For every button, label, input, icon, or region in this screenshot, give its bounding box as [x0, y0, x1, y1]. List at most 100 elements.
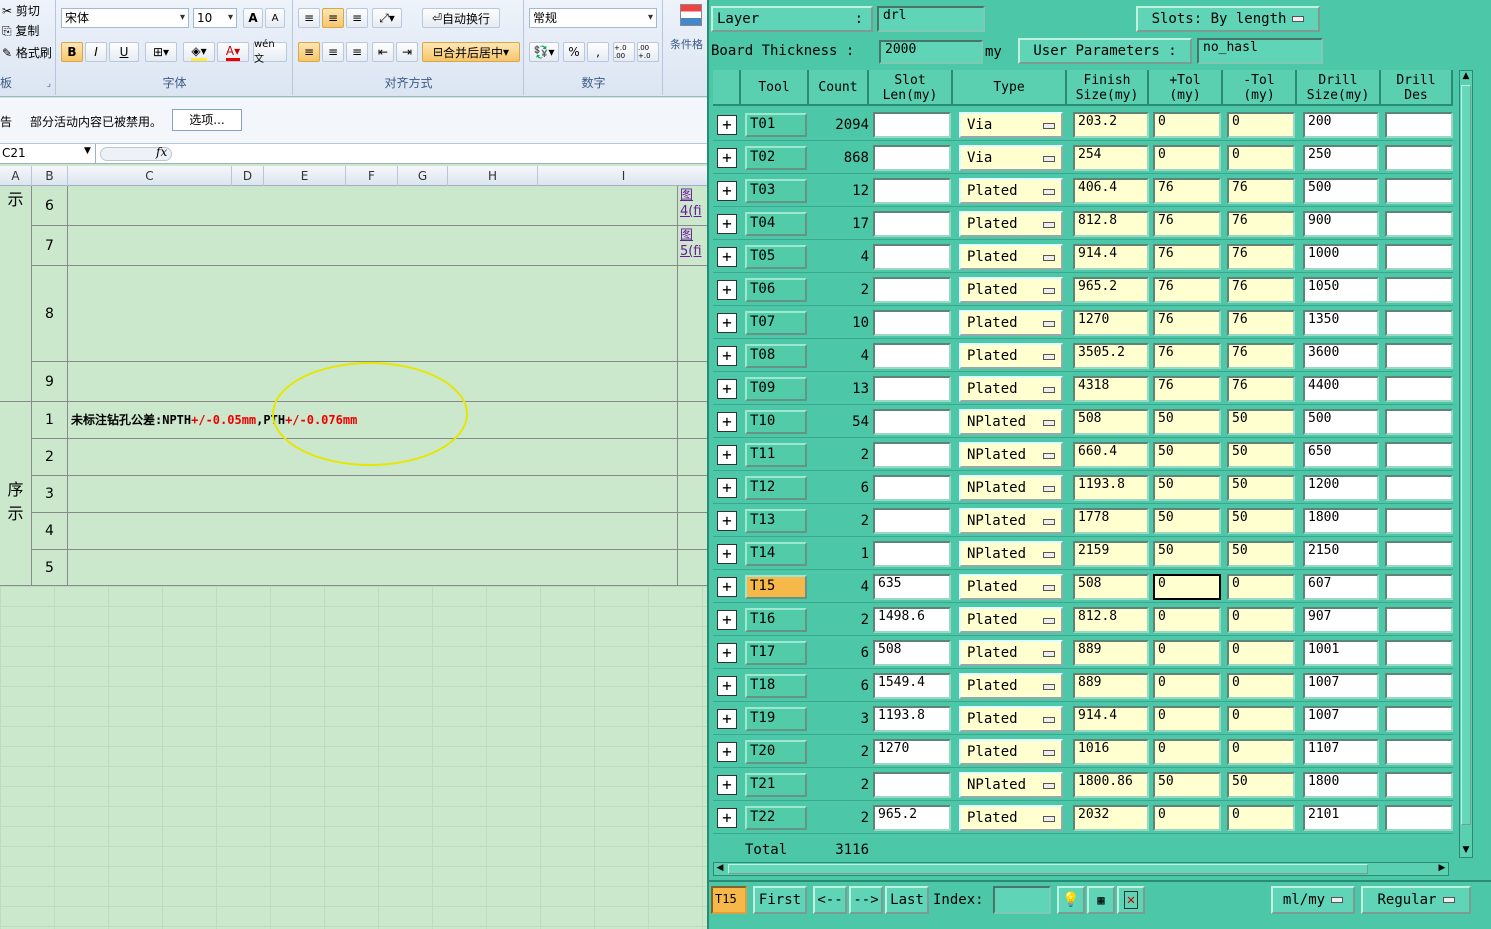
finish-size-input[interactable]: 1270: [1073, 310, 1149, 336]
plus-tol-input[interactable]: 76: [1153, 244, 1221, 270]
tool-button[interactable]: T06: [745, 278, 807, 302]
drill-des-input[interactable]: [1385, 772, 1453, 798]
minus-tol-input[interactable]: 0: [1227, 112, 1295, 138]
drill-des-input[interactable]: [1385, 640, 1453, 666]
shrink-font-button[interactable]: A: [265, 8, 285, 28]
type-select[interactable]: Via: [959, 112, 1063, 138]
cell[interactable]: [678, 402, 710, 439]
slot-len-input[interactable]: [873, 376, 951, 402]
drill-size-input[interactable]: 4400: [1303, 376, 1379, 402]
dialog-launcher-icon[interactable]: ⌟: [47, 79, 51, 89]
type-select[interactable]: Plated: [959, 739, 1063, 765]
finish-size-input[interactable]: 508: [1073, 409, 1149, 435]
drill-des-input[interactable]: [1385, 574, 1453, 600]
next-button[interactable]: -->: [849, 886, 883, 914]
drill-des-input[interactable]: [1385, 145, 1453, 171]
finish-size-input[interactable]: 965.2: [1073, 277, 1149, 303]
drill-size-input[interactable]: 1007: [1303, 706, 1379, 732]
phonetic-button[interactable]: wén 文: [253, 39, 287, 65]
merged-cell[interactable]: [68, 186, 678, 226]
drill-des-input[interactable]: [1385, 244, 1453, 270]
copy-button[interactable]: ⎘ 复制: [2, 22, 39, 39]
finish-size-input[interactable]: 1778: [1073, 508, 1149, 534]
conditional-format-group[interactable]: 条件格: [666, 0, 710, 95]
finish-size-input[interactable]: 2032: [1073, 805, 1149, 831]
finish-size-input[interactable]: 1193.8: [1073, 475, 1149, 501]
minus-tol-input[interactable]: 0: [1227, 673, 1295, 699]
finish-size-input[interactable]: 4318: [1073, 376, 1149, 402]
figure-link-5[interactable]: 图 5(fi: [678, 226, 710, 266]
decrease-decimal-button[interactable]: .00 +.0: [637, 42, 659, 62]
drill-size-input[interactable]: 500: [1303, 409, 1379, 435]
mode-selector[interactable]: Regular: [1361, 886, 1471, 914]
tool-button[interactable]: T20: [745, 740, 807, 764]
minus-tol-input[interactable]: 0: [1227, 706, 1295, 732]
column-header-g[interactable]: G: [398, 166, 448, 186]
formula-input[interactable]: [176, 144, 710, 163]
insert-function-icon[interactable]: fx: [156, 145, 167, 159]
bold-button[interactable]: B: [61, 42, 83, 62]
drill-des-input[interactable]: [1385, 277, 1453, 303]
slot-len-input[interactable]: 1549.4: [873, 673, 951, 699]
minus-tol-input[interactable]: 76: [1227, 244, 1295, 270]
column-header-h[interactable]: H: [448, 166, 538, 186]
minus-tol-input[interactable]: 76: [1227, 178, 1295, 204]
row-number-cell[interactable]: 1: [32, 402, 68, 439]
finish-size-input[interactable]: 660.4: [1073, 442, 1149, 468]
slot-len-input[interactable]: 508: [873, 640, 951, 666]
figure-link-4[interactable]: 图 4(fi: [678, 186, 710, 226]
slot-len-input[interactable]: 965.2: [873, 805, 951, 831]
drill-des-input[interactable]: [1385, 607, 1453, 633]
slot-len-input[interactable]: 635: [873, 574, 951, 600]
drill-size-input[interactable]: 1001: [1303, 640, 1379, 666]
finish-size-input[interactable]: 914.4: [1073, 244, 1149, 270]
type-select[interactable]: Plated: [959, 706, 1063, 732]
row-number-cell[interactable]: 4: [32, 513, 68, 550]
board-thickness-input[interactable]: 2000: [879, 40, 983, 64]
column-header-a[interactable]: A: [0, 166, 32, 186]
horizontal-scrollbar[interactable]: ◀ ▶: [713, 862, 1449, 876]
vertical-scrollbar[interactable]: ▲ ▼: [1459, 70, 1473, 858]
plus-tol-input[interactable]: 50: [1153, 772, 1221, 798]
drill-size-input[interactable]: 900: [1303, 211, 1379, 237]
tool-button[interactable]: T18: [745, 674, 807, 698]
row-number-cell[interactable]: 5: [32, 550, 68, 586]
expand-icon[interactable]: +: [717, 775, 737, 795]
type-select[interactable]: Plated: [959, 805, 1063, 831]
plus-tol-input[interactable]: 0: [1153, 805, 1221, 831]
scroll-down-icon[interactable]: ▼: [1460, 845, 1472, 857]
drill-size-input[interactable]: 1050: [1303, 277, 1379, 303]
column-header-f[interactable]: F: [346, 166, 398, 186]
slot-len-input[interactable]: [873, 310, 951, 336]
plus-tol-input[interactable]: 0: [1153, 112, 1221, 138]
drill-des-input[interactable]: [1385, 805, 1453, 831]
finish-size-input[interactable]: 889: [1073, 640, 1149, 666]
slot-len-input[interactable]: 1270: [873, 739, 951, 765]
minus-tol-input[interactable]: 76: [1227, 277, 1295, 303]
finish-size-input[interactable]: 889: [1073, 673, 1149, 699]
tool-button[interactable]: T04: [745, 212, 807, 236]
plus-tol-input[interactable]: 0: [1153, 640, 1221, 666]
expand-icon[interactable]: +: [717, 445, 737, 465]
scroll-right-icon[interactable]: ▶: [1436, 863, 1448, 875]
row-number-cell[interactable]: 9: [32, 362, 68, 402]
slot-len-input[interactable]: [873, 112, 951, 138]
slot-len-input[interactable]: [873, 244, 951, 270]
plus-tol-input[interactable]: 76: [1153, 376, 1221, 402]
tool-button[interactable]: T15: [745, 575, 807, 599]
column-header-i[interactable]: I: [538, 166, 710, 186]
wrap-text-button[interactable]: ⏎ 自动换行: [422, 8, 500, 28]
expand-icon[interactable]: +: [717, 214, 737, 234]
plus-tol-input[interactable]: 50: [1153, 541, 1221, 567]
tool-button[interactable]: T19: [745, 707, 807, 731]
percent-button[interactable]: %: [563, 42, 585, 62]
finish-size-input[interactable]: 203.2: [1073, 112, 1149, 138]
drill-size-input[interactable]: 607: [1303, 574, 1379, 600]
tool-button[interactable]: T01: [745, 113, 807, 137]
fill-color-button[interactable]: ◈▾: [183, 42, 215, 62]
accounting-button[interactable]: 💱▾: [529, 42, 559, 62]
underline-button[interactable]: U: [109, 42, 139, 62]
horizontal-scroll-thumb[interactable]: [728, 864, 1368, 874]
align-middle-button[interactable]: ≡: [322, 8, 344, 28]
merged-cell[interactable]: [68, 266, 678, 362]
